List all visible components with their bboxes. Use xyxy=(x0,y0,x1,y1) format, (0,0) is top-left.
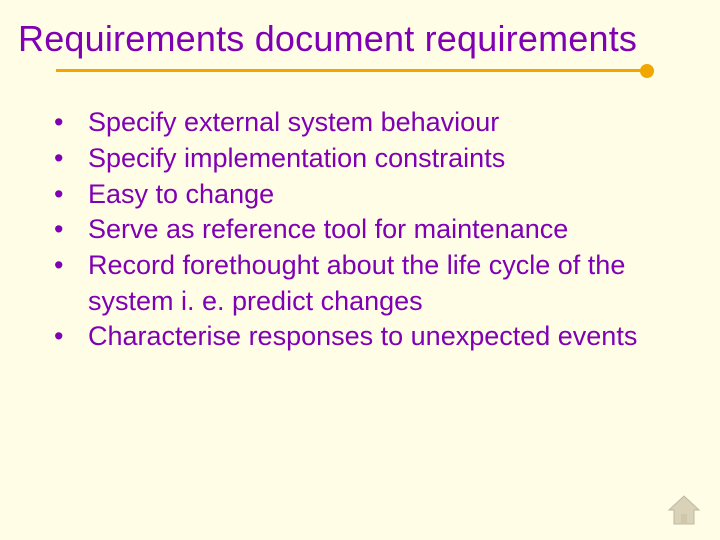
list-item: Serve as reference tool for maintenance xyxy=(46,212,690,248)
list-item: Specify implementation constraints xyxy=(46,141,690,177)
bullet-list: Specify external system behaviour Specif… xyxy=(46,105,690,354)
list-item: Specify external system behaviour xyxy=(46,105,690,141)
home-icon[interactable] xyxy=(666,494,702,526)
list-item: Record forethought about the life cycle … xyxy=(46,248,690,319)
rule-dot xyxy=(640,64,654,78)
page-title: Requirements document requirements xyxy=(18,18,690,59)
slide: Requirements document requirements Speci… xyxy=(0,0,720,540)
list-item: Easy to change xyxy=(46,177,690,213)
list-item: Characterise responses to unexpected eve… xyxy=(46,319,690,355)
rule-line xyxy=(56,69,646,72)
title-rule xyxy=(56,63,690,77)
